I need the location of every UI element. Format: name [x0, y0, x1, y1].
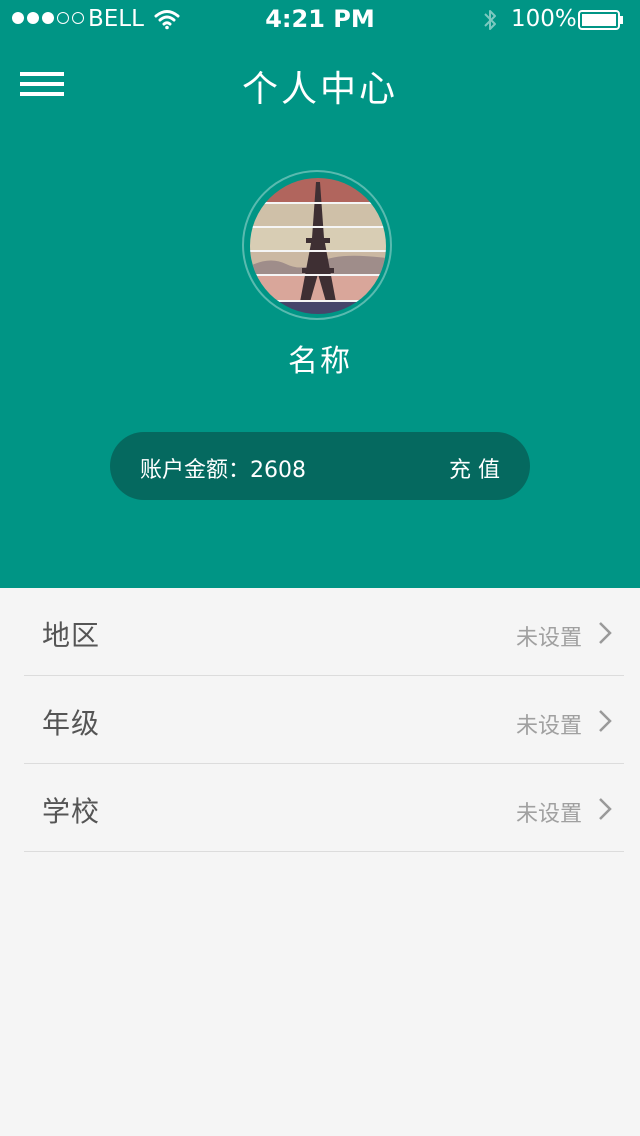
- chevron-right-icon: [599, 798, 612, 820]
- username: 名称: [288, 344, 352, 379]
- settings-list: 地区 未设置 年级 未设置 学校 未设置: [0, 588, 640, 852]
- chevron-right-icon: [599, 710, 612, 732]
- chevron-right-icon: [599, 622, 612, 644]
- eiffel-tower-avatar-image: [250, 178, 386, 314]
- account-balance-bar: 账户金额：2608 充 值: [110, 432, 530, 500]
- settings-row-school[interactable]: 学校 未设置: [24, 764, 624, 852]
- bluetooth-icon: [484, 10, 496, 30]
- row-value: 未设置: [515, 802, 582, 827]
- row-value: 未设置: [515, 626, 582, 651]
- account-balance: 账户金额：2608: [140, 458, 306, 483]
- avatar[interactable]: [250, 178, 386, 314]
- row-label: 学校: [42, 795, 101, 828]
- row-label: 年级: [42, 707, 101, 740]
- settings-row-grade[interactable]: 年级 未设置: [24, 676, 624, 764]
- row-value: 未设置: [515, 714, 582, 739]
- battery-icon: [578, 10, 623, 30]
- battery-percentage: 100%: [511, 6, 577, 32]
- settings-row-region[interactable]: 地区 未设置: [24, 588, 624, 676]
- row-label: 地区: [42, 619, 101, 652]
- profile-header: BELL 4:21 PM 100% 个人中心 名称 账户金额：2608 充 值: [0, 0, 640, 588]
- page-title: 个人中心: [241, 69, 398, 110]
- recharge-button[interactable]: 充 值: [449, 452, 500, 484]
- status-bar: BELL 4:21 PM 100%: [0, 0, 640, 40]
